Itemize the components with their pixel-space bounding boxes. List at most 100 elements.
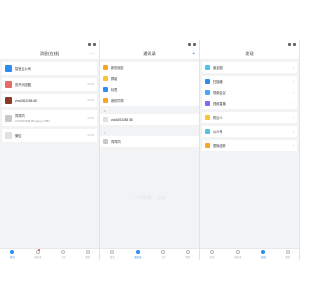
discover-group: 附近人 › <box>202 112 297 123</box>
tab-messages[interactable]: 消息 <box>110 250 115 259</box>
new-friends-icon <box>103 65 108 70</box>
more-button[interactable]: ··· <box>90 51 95 57</box>
list-item[interactable]: 同同同 <box>100 136 199 147</box>
watermark: 广州智慧 · 网络 <box>133 195 167 200</box>
signal-icon <box>188 43 191 46</box>
list-item[interactable]: 更换皮肤 › <box>202 140 297 151</box>
discover-group: 朋友圈 › <box>202 62 297 73</box>
messages-screen: 消息(在线) ··· 智慧云公司 张开乐团圆 09:30 zhs6363288 … <box>0 40 100 260</box>
contact-group-a: zsk6363288 88 <box>100 114 199 125</box>
list-item[interactable]: 公众号 › <box>202 126 297 137</box>
contacts-icon <box>235 250 240 254</box>
status-bar <box>200 40 299 49</box>
status-bar <box>0 40 99 49</box>
chevron-right-icon: › <box>292 114 294 120</box>
tab-me[interactable]: 我的 <box>85 250 90 259</box>
video-meeting-icon <box>205 90 210 95</box>
unread-badge <box>38 249 41 251</box>
conversation-time: 09:30 <box>87 116 95 120</box>
chevron-right-icon: › <box>292 78 294 84</box>
nav-bar: 消息(在线) ··· <box>0 49 99 60</box>
group-icon <box>103 76 108 81</box>
tab-bar: 消息 通讯录 发现 我的 <box>200 248 299 260</box>
tab-contacts[interactable]: 通讯录 <box>234 250 241 259</box>
list-item[interactable]: 我的同事 <box>100 95 199 106</box>
avatar <box>103 139 108 144</box>
section-header: T <box>104 131 106 135</box>
list-item[interactable]: 朋友圈 › <box>202 62 297 73</box>
tab-messages[interactable]: 消息 <box>10 250 15 259</box>
list-item[interactable]: 智慧云公司 <box>2 62 97 75</box>
nav-bar: 发现 <box>200 49 299 60</box>
contacts-screen: 通讯录 + 新的朋友 群组 标签 我的同事 Z zsk6363288 88 T … <box>100 40 200 260</box>
contact-groups: 新的朋友 群组 标签 我的同事 <box>100 62 199 106</box>
conversation-name: 智慧云公司 <box>15 67 31 71</box>
contact-group-b: 同同同 <box>100 136 199 147</box>
conversation-list: 智慧云公司 张开乐团圆 09:30 zhs6363288 88 09:30 同同… <box>0 60 99 142</box>
signal-icon <box>288 43 291 46</box>
list-item[interactable]: zhs6363288 88 09:30 <box>2 94 97 107</box>
conversation-time: 09:30 <box>87 99 95 102</box>
battery-icon <box>293 43 296 46</box>
discover-icon <box>261 250 266 254</box>
page-title: 通讯录 <box>143 51 156 56</box>
chevron-right-icon: › <box>292 100 294 106</box>
nav-bar: 通讯录 + <box>100 49 199 60</box>
tab-discover[interactable]: 发现 <box>261 250 266 259</box>
chevron-right-icon: › <box>292 89 294 95</box>
battery-icon <box>93 43 96 46</box>
discover-group: 公众号 › <box>202 126 297 137</box>
tab-me[interactable]: 我的 <box>285 250 290 259</box>
user-icon <box>185 250 190 254</box>
triple-phone-mockup: 消息(在线) ··· 智慧云公司 张开乐团圆 09:30 zhs6363288 … <box>0 40 300 260</box>
tab-work[interactable]: 工作 <box>161 250 166 259</box>
official-account-icon <box>205 129 210 134</box>
list-item[interactable]: 群组 <box>100 73 199 84</box>
conversation-time: 09:30 <box>87 83 95 86</box>
chevron-right-icon: › <box>292 142 294 148</box>
tab-contacts[interactable]: 通讯录 <box>34 249 41 259</box>
list-item[interactable]: 新的朋友 <box>100 62 199 73</box>
status-bar <box>100 40 199 49</box>
add-contact-button[interactable]: + <box>192 51 195 57</box>
list-item[interactable]: 视频会议 › <box>202 87 297 98</box>
avatar <box>103 117 108 122</box>
avatar <box>5 114 12 122</box>
list-item[interactable]: 标签 <box>100 84 199 95</box>
section-header: Z <box>104 109 106 113</box>
work-icon <box>161 250 166 254</box>
tab-me[interactable]: 我的 <box>185 250 190 259</box>
page-title: 消息(在线) <box>39 51 60 56</box>
chevron-right-icon: › <box>292 128 294 134</box>
nearby-icon <box>205 115 210 120</box>
list-item[interactable]: 张开乐团圆 09:30 <box>2 78 97 91</box>
list-item[interactable]: 附近人 › <box>202 112 297 123</box>
list-item[interactable]: 微信 09:30 <box>2 129 97 142</box>
skin-icon <box>205 143 210 148</box>
avatar <box>5 97 12 104</box>
battery-icon <box>193 43 196 46</box>
list-item[interactable]: 扫描器 › <box>202 76 297 87</box>
conversation-name: 微信 <box>15 134 22 138</box>
tab-work[interactable]: 工作 <box>61 250 66 259</box>
conversation-name: zhs6363288 88 <box>15 98 37 103</box>
work-icon <box>61 250 66 254</box>
list-item[interactable]: 视频直播 › <box>202 98 297 109</box>
list-item[interactable]: zsk6363288 88 <box>100 114 199 125</box>
list-item[interactable]: 同同同 zhs6363288 88 gdeng 7884 09:30 <box>2 110 97 126</box>
discover-group: 扫描器 › 视频会议 › 视频直播 › <box>202 76 297 109</box>
chevron-right-icon: › <box>292 64 294 70</box>
tab-bar: 消息 通讯录 工作 我的 <box>0 248 99 260</box>
chat-icon <box>110 250 115 254</box>
live-stream-icon <box>205 101 210 106</box>
discover-group: 更换皮肤 › <box>202 140 297 151</box>
conversation-name: 同同同 <box>15 114 25 118</box>
user-icon <box>85 250 90 254</box>
company-avatar <box>5 65 12 72</box>
tab-messages[interactable]: 消息 <box>210 250 215 259</box>
tab-contacts[interactable]: 通讯录 <box>134 250 141 259</box>
conversation-preview: zhs6363288 88 gdeng 7884 <box>15 119 50 123</box>
colleague-icon <box>103 98 108 103</box>
page-title: 发现 <box>245 51 254 56</box>
chat-icon <box>10 250 15 254</box>
